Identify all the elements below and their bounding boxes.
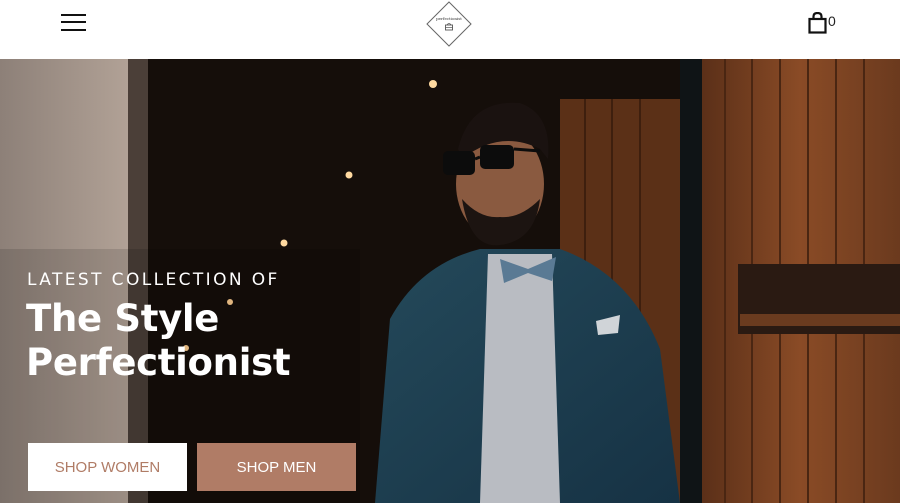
hero-banner: LATEST COLLECTION OF The Style Perfectio… [0, 59, 900, 503]
site-header: perfectionist 0 [0, 0, 900, 59]
shop-women-button[interactable]: SHOP WOMEN [28, 443, 187, 491]
hero-title-line-1: The Style [26, 297, 220, 340]
cart-count: 0 [828, 13, 836, 29]
cart-button[interactable]: 0 [808, 11, 836, 35]
site-logo[interactable]: perfectionist [425, 1, 473, 47]
diamond-logo-icon [426, 1, 472, 47]
hero-title-line-2: Perfectionist [26, 341, 291, 384]
shopping-bag-icon [808, 12, 827, 34]
shop-men-button[interactable]: SHOP MEN [197, 443, 356, 491]
hero-title: The Style Perfectionist [26, 297, 291, 385]
hamburger-menu-icon[interactable] [61, 12, 87, 32]
logo-text: perfectionist [436, 16, 462, 21]
hero-kicker: LATEST COLLECTION OF [27, 270, 280, 290]
